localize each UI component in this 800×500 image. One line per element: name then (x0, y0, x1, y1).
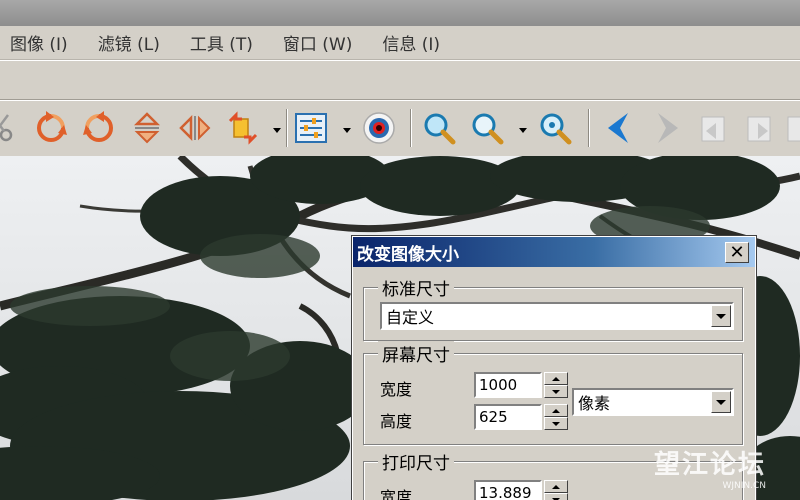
watermark-sub: WJNIN.CN (722, 481, 766, 491)
standard-size-group: 标准尺寸 自定义 (363, 275, 743, 341)
menu-info[interactable]: 信息 (I) (382, 30, 440, 55)
transform-dropdown-arrow[interactable] (272, 125, 282, 135)
menu-bar: 图像 (I) 滤镜 (L) 工具 (T) 窗口 (W) 信息 (I) (0, 26, 800, 60)
screen-width-label: 宽度 (380, 380, 413, 399)
print-width-label: 宽度 (380, 488, 413, 500)
screen-height-spinner[interactable] (544, 404, 568, 430)
menu-image[interactable]: 图像 (I) (10, 30, 68, 55)
standard-size-value: 自定义 (386, 308, 435, 327)
close-button[interactable]: ✕ (725, 242, 749, 263)
chevron-up-icon (552, 484, 560, 489)
spin-up-button[interactable] (544, 372, 568, 385)
screen-width-spinner[interactable] (544, 372, 568, 398)
prev-arrow-icon[interactable] (600, 107, 638, 149)
zoom-dropdown-arrow[interactable] (518, 125, 528, 135)
print-width-spinner[interactable] (544, 480, 568, 500)
dialog-title-bar[interactable]: 改变图像大小 (353, 237, 755, 267)
close-icon: ✕ (729, 241, 745, 263)
zoom-in-icon[interactable] (420, 107, 458, 149)
back-icon[interactable] (696, 107, 734, 149)
spin-up-button[interactable] (544, 480, 568, 493)
transform-icon[interactable] (224, 107, 262, 149)
main-toolbar (0, 100, 800, 156)
standard-size-select[interactable]: 自定义 (380, 302, 734, 330)
screen-height-label: 高度 (380, 412, 413, 431)
toolbar-separator (410, 109, 412, 147)
watermark-main: 望江论坛 (653, 450, 766, 480)
site-watermark: 望江论坛 WJNIN.CN (654, 444, 766, 491)
rotate-left-icon[interactable] (32, 107, 70, 149)
unit-select[interactable]: 像素 (572, 388, 734, 416)
unit-value: 像素 (578, 394, 611, 413)
screen-height-input[interactable]: 625 (474, 404, 542, 430)
unit-dropdown-button[interactable] (711, 391, 731, 413)
spin-down-button[interactable] (544, 417, 568, 430)
screen-size-legend: 屏幕尺寸 (378, 341, 454, 366)
menu-tools[interactable]: 工具 (T) (190, 30, 253, 55)
flip-vertical-icon[interactable] (128, 107, 166, 149)
toolbar-separator (286, 109, 288, 147)
secondary-toolbar (0, 60, 800, 100)
standard-size-dropdown-button[interactable] (711, 305, 731, 327)
spin-up-button[interactable] (544, 404, 568, 417)
standard-size-legend: 标准尺寸 (378, 275, 454, 300)
screen-size-group: 屏幕尺寸 宽度 1000 高度 625 像素 (363, 341, 743, 445)
more-icon[interactable] (784, 107, 800, 149)
menu-window[interactable]: 窗口 (W) (283, 30, 352, 55)
forward-icon[interactable] (740, 107, 778, 149)
zoom-out-icon[interactable] (468, 107, 506, 149)
chevron-down-icon (716, 313, 726, 319)
scissors-icon[interactable] (0, 107, 20, 149)
dialog-title: 改变图像大小 (357, 244, 459, 265)
chevron-down-icon (716, 399, 726, 405)
adjust-panel-icon[interactable] (292, 107, 330, 149)
next-arrow-icon[interactable] (648, 107, 686, 149)
chevron-down-icon (552, 421, 560, 426)
spin-down-button[interactable] (544, 493, 568, 500)
spin-down-button[interactable] (544, 385, 568, 398)
print-width-input[interactable]: 13.889 (474, 480, 542, 500)
toolbar-separator (588, 109, 590, 147)
print-size-legend: 打印尺寸 (378, 449, 454, 474)
screen-width-input[interactable]: 1000 (474, 372, 542, 398)
rotate-right-icon[interactable] (80, 107, 118, 149)
chevron-up-icon (552, 376, 560, 381)
chevron-down-icon (552, 389, 560, 394)
adjust-dropdown-arrow[interactable] (342, 125, 352, 135)
menu-filter[interactable]: 滤镜 (L) (98, 30, 160, 55)
window-title-strip (0, 0, 800, 26)
zoom-fit-icon[interactable] (536, 107, 574, 149)
flip-horizontal-icon[interactable] (176, 107, 214, 149)
red-eye-icon[interactable] (360, 107, 398, 149)
chevron-up-icon (552, 408, 560, 413)
